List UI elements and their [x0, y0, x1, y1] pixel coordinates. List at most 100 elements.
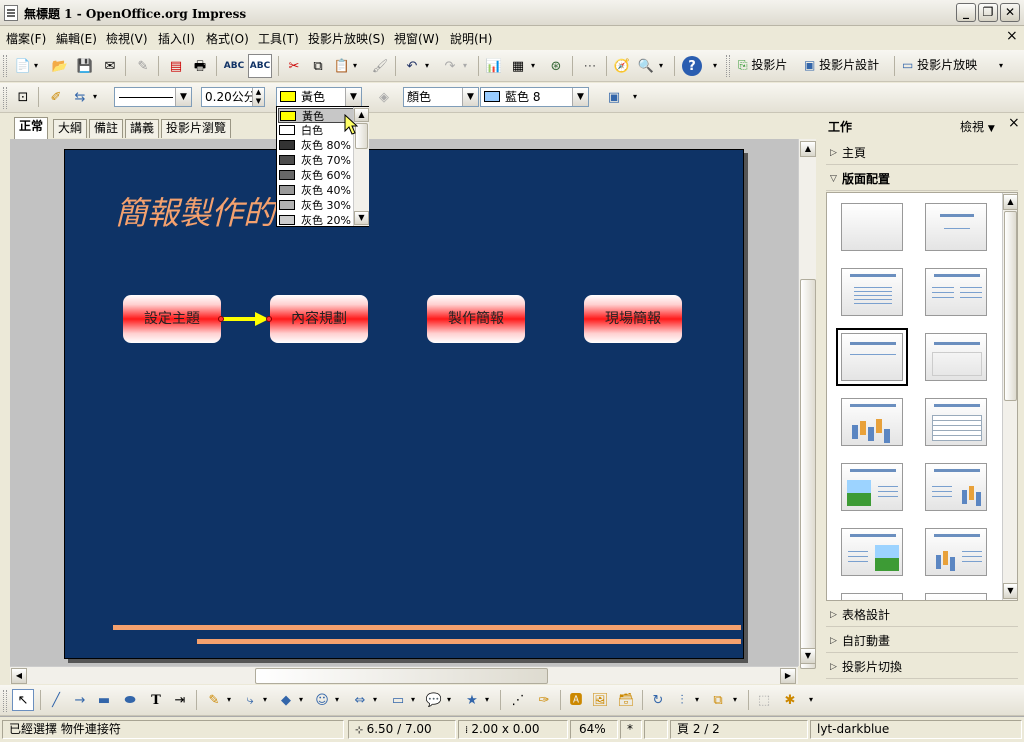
- chevron-down-icon[interactable]: ▾: [528, 56, 538, 76]
- close-pane-icon[interactable]: ×: [1008, 115, 1020, 131]
- scroll-down-icon[interactable]: ▼: [354, 211, 369, 225]
- line-style-select[interactable]: ▼: [114, 87, 192, 107]
- undo-icon[interactable]: ↶: [402, 56, 422, 76]
- tab-outline[interactable]: 大綱: [53, 119, 88, 138]
- color-option[interactable]: 灰色 60%: [278, 168, 354, 183]
- color-option[interactable]: 灰色 70%: [278, 153, 354, 168]
- line-color-select[interactable]: 黃色 ▼: [276, 87, 362, 107]
- chevron-down-icon[interactable]: ▾: [656, 56, 666, 76]
- slide-button[interactable]: ⎘ 投影片: [738, 56, 787, 73]
- chevron-down-icon[interactable]: ▼: [345, 88, 361, 106]
- line-tool-icon[interactable]: ╱: [46, 690, 66, 710]
- chevron-down-icon[interactable]: ▾: [296, 690, 306, 710]
- new-document-icon[interactable]: 📄: [13, 56, 33, 76]
- toolbar-options-icon[interactable]: ▾: [710, 56, 720, 76]
- chevron-down-icon[interactable]: ▼: [175, 88, 191, 106]
- extrusion-icon[interactable]: ⬚: [754, 690, 774, 710]
- glue-points-icon[interactable]: ✑: [534, 690, 554, 710]
- menu-window[interactable]: 視窗(W): [394, 30, 439, 47]
- toolbar-options-icon[interactable]: ▾: [996, 56, 1006, 76]
- slide-design-button[interactable]: ▣ 投影片設計: [804, 56, 879, 73]
- menu-insert[interactable]: 插入(I): [158, 30, 195, 47]
- callouts-icon[interactable]: 💬: [424, 690, 444, 710]
- close-button[interactable]: ✕: [1000, 3, 1020, 22]
- slide-canvas[interactable]: 簡報製作的 設定主題 內容規劃 製作簡報 現場簡報: [64, 149, 744, 659]
- area-color-select[interactable]: 藍色 8 ▼: [480, 87, 589, 107]
- color-option[interactable]: 黃色: [278, 108, 354, 123]
- redo-icon[interactable]: ↷: [440, 56, 460, 76]
- zoom-icon[interactable]: 🔍: [636, 56, 656, 76]
- points-icon[interactable]: ⋰: [508, 690, 528, 710]
- section-master-pages[interactable]: ▷ 主頁: [826, 141, 1018, 165]
- chart-icon[interactable]: 📊: [484, 56, 504, 76]
- process-box-planning[interactable]: 內容規劃: [270, 295, 368, 343]
- menu-format[interactable]: 格式(O): [206, 30, 249, 47]
- layout-image-text[interactable]: [841, 463, 903, 511]
- curve-tool-icon[interactable]: ✎: [204, 690, 224, 710]
- minimize-button[interactable]: _: [956, 3, 976, 22]
- chevron-down-icon[interactable]: ▾: [482, 690, 492, 710]
- restore-button[interactable]: ❐: [978, 3, 998, 22]
- block-arrows-icon[interactable]: ⇔: [350, 690, 370, 710]
- slide-title[interactable]: 簡報製作的: [115, 188, 275, 234]
- help-icon[interactable]: ?: [682, 56, 702, 76]
- process-box-topic[interactable]: 設定主題: [123, 295, 221, 343]
- process-box-presenting[interactable]: 現場簡報: [584, 295, 682, 343]
- export-pdf-icon[interactable]: ▤: [166, 56, 186, 76]
- line-width-spinner[interactable]: 0.20公分 ▲ ▼: [201, 87, 265, 107]
- chevron-down-icon[interactable]: ▾: [332, 690, 342, 710]
- auto-spellcheck-icon[interactable]: ABC: [248, 54, 272, 78]
- color-option[interactable]: 灰色 30%: [278, 198, 354, 213]
- format-paintbrush-icon[interactable]: 🖌: [370, 56, 390, 76]
- scroll-right-icon[interactable]: ▶: [780, 668, 796, 684]
- connector-end-handle[interactable]: [266, 316, 272, 322]
- save-icon[interactable]: 💾: [75, 56, 95, 76]
- layout-text-image[interactable]: [841, 528, 903, 576]
- spellcheck-icon[interactable]: ABC: [224, 56, 244, 76]
- scroll-up-icon[interactable]: ▲: [1003, 194, 1017, 210]
- status-zoom[interactable]: 64%: [570, 720, 618, 739]
- menu-file[interactable]: 檔案(F): [6, 30, 46, 47]
- gallery-icon[interactable]: 🗃: [616, 690, 636, 710]
- layout-text-chart[interactable]: [925, 463, 987, 511]
- color-option[interactable]: 白色: [278, 123, 354, 138]
- close-document-button[interactable]: ×: [1006, 28, 1018, 44]
- chevron-down-icon[interactable]: ▾: [730, 690, 740, 710]
- symbol-shapes-icon[interactable]: ☺: [312, 690, 332, 710]
- process-box-making[interactable]: 製作簡報: [427, 295, 525, 343]
- section-layouts[interactable]: ▽ 版面配置: [826, 167, 1018, 191]
- scroll-down-icon[interactable]: ▼: [1003, 583, 1017, 599]
- chevron-down-icon[interactable]: ▾: [350, 56, 360, 76]
- interaction-icon[interactable]: ✱: [780, 690, 800, 710]
- tab-notes[interactable]: 備註: [89, 119, 124, 138]
- toolbar-grip[interactable]: [3, 55, 7, 77]
- area-fill-icon[interactable]: ◈: [374, 87, 394, 107]
- color-option[interactable]: 灰色 20%: [278, 213, 354, 228]
- chevron-down-icon[interactable]: ▾: [692, 690, 702, 710]
- area-style-select[interactable]: 顏色 ▼: [403, 87, 479, 107]
- basic-shapes-icon[interactable]: ◆: [276, 690, 296, 710]
- section-slide-transition[interactable]: ▷ 投影片切換: [826, 655, 1018, 679]
- layout-title-slide[interactable]: [836, 328, 908, 386]
- menu-tools[interactable]: 工具(T): [258, 30, 299, 47]
- print-icon[interactable]: 🖶: [190, 56, 210, 76]
- fit-text-icon[interactable]: ⇥: [170, 690, 190, 710]
- alignment-icon[interactable]: ⫶: [672, 690, 692, 710]
- tab-handout[interactable]: 講義: [125, 119, 160, 138]
- line-icon[interactable]: ✐: [46, 87, 66, 107]
- open-folder-icon[interactable]: 📂: [50, 56, 70, 76]
- layout-more[interactable]: [925, 593, 987, 600]
- chevron-down-icon[interactable]: ▾: [444, 690, 454, 710]
- shadow-icon[interactable]: ▣: [604, 87, 624, 107]
- menu-slideshow[interactable]: 投影片放映(S): [308, 30, 385, 47]
- edit-file-icon[interactable]: ✎: [133, 56, 153, 76]
- layouts-scrollbar[interactable]: ▲ ▼: [1002, 193, 1017, 600]
- section-custom-animation[interactable]: ▷ 自訂動畫: [826, 629, 1018, 653]
- slide-edit-area[interactable]: 簡報製作的 設定主題 內容規劃 製作簡報 現場簡報: [10, 139, 798, 666]
- scroll-down-icon[interactable]: ▼: [800, 648, 816, 664]
- navigator-icon[interactable]: 🧭: [612, 56, 632, 76]
- flowchart-icon[interactable]: ▭: [388, 690, 408, 710]
- fontwork-icon[interactable]: 🅰: [566, 690, 586, 710]
- chevron-down-icon[interactable]: ▼: [572, 88, 588, 106]
- rectangle-tool-icon[interactable]: ▬: [94, 690, 114, 710]
